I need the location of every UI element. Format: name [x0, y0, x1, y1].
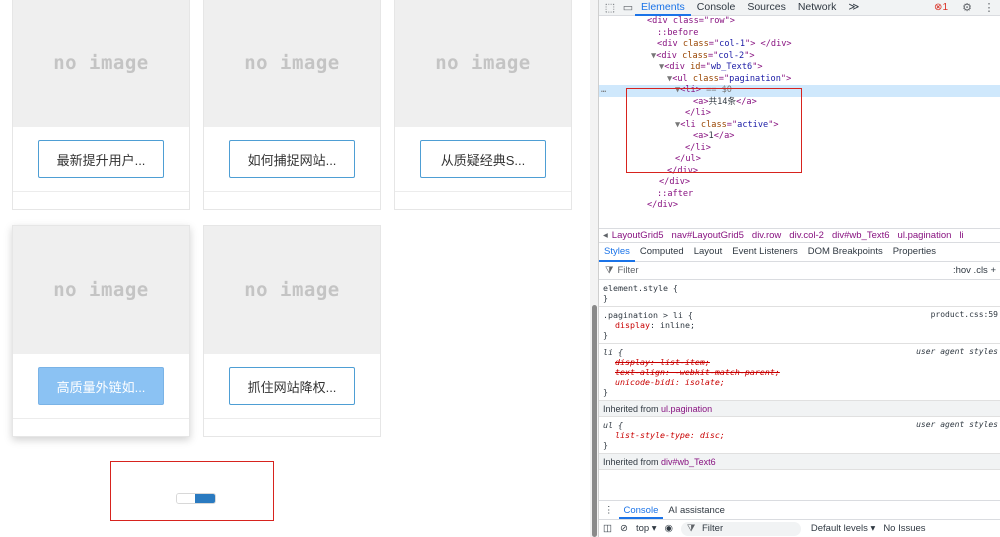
scrollbar-thumb[interactable]	[592, 305, 597, 537]
article-card: no image 最新提升用户...	[12, 0, 190, 210]
styles-tabbar: Styles Computed Layout Event Listeners D…	[599, 243, 1000, 262]
card-thumbnail: no image	[395, 0, 571, 127]
card-thumbnail: no image	[13, 0, 189, 127]
tab-elements[interactable]: Elements	[635, 0, 691, 16]
device-toggle-icon[interactable]: ▭	[621, 1, 635, 14]
styles-filter: ⧩ Filter :hov .cls +	[599, 262, 1000, 280]
article-link-button[interactable]: 如何捕捉网站...	[229, 140, 355, 178]
card-thumbnail: no image	[204, 0, 380, 127]
tab-console-drawer[interactable]: Console	[618, 502, 664, 519]
dom-node[interactable]: ▼<ul class="pagination">	[599, 74, 1000, 86]
drawer-menu-icon[interactable]: ⋮	[599, 505, 619, 516]
dom-node[interactable]: ▼<div class="col-2">	[599, 51, 1000, 63]
highlight-box	[626, 88, 802, 173]
dom-tree: <div class="row"> ::before <div class="c…	[599, 16, 1000, 229]
style-rule: element.style { }	[599, 280, 1000, 307]
breadcrumb-item[interactable]: li	[959, 230, 963, 241]
inspect-element-icon[interactable]: ⬚	[603, 1, 617, 14]
article-link-button[interactable]: 抓住网站降权...	[229, 367, 355, 405]
no-image-text: no image	[244, 52, 340, 74]
breadcrumb-item[interactable]: LayoutGrid5	[612, 230, 664, 241]
styles-filter-input[interactable]: Filter	[617, 265, 638, 276]
page-viewport: no image 最新提升用户... no image 如何捕捉网站... no…	[0, 0, 590, 537]
tab-ai-assistance[interactable]: AI assistance	[663, 505, 730, 516]
pagination-active-item[interactable]	[195, 494, 215, 503]
rule-source-label: user agent styles	[916, 420, 998, 429]
no-image-text: no image	[53, 279, 149, 301]
article-card: no image 从质疑经典S...	[394, 0, 572, 210]
breadcrumb: ◂ LayoutGrid5 nav#LayoutGrid5 div.row di…	[599, 229, 1000, 243]
pagination[interactable]	[176, 493, 216, 504]
style-rule: user agent styles ul { list-style-type: …	[599, 417, 1000, 454]
tab-layout[interactable]: Layout	[689, 243, 728, 262]
dom-node[interactable]: </div>	[599, 200, 1000, 212]
dom-node[interactable]: <div class="col-1"> </div>	[599, 39, 1000, 51]
error-count-badge[interactable]: ⊗1	[934, 2, 948, 13]
kebab-menu-icon[interactable]: ⋮	[982, 1, 996, 14]
drawer-tabbar: ⋮ Console AI assistance	[599, 500, 1000, 519]
dom-node[interactable]: <div class="row">	[599, 16, 1000, 28]
pagination-total-item[interactable]	[177, 494, 195, 503]
dom-node[interactable]: ::after	[599, 189, 1000, 201]
devtools-tabbar: ⬚ ▭ Elements Console Sources Network ≫ ⊗…	[599, 0, 1000, 16]
page-scrollbar[interactable]	[590, 0, 598, 537]
tab-dom-breakpoints[interactable]: DOM Breakpoints	[803, 243, 888, 262]
context-selector[interactable]: top ▾	[632, 523, 661, 534]
breadcrumb-item[interactable]: div.row	[752, 230, 781, 241]
breadcrumb-item[interactable]: div.col-2	[789, 230, 824, 241]
console-filter-input[interactable]: ⧩ Filter	[680, 521, 801, 536]
breadcrumb-scroll-left-icon[interactable]: ◂	[603, 230, 608, 241]
gear-icon[interactable]: ⚙	[960, 1, 974, 14]
tab-computed[interactable]: Computed	[635, 243, 689, 262]
filter-icon: ⧩	[605, 265, 614, 276]
style-rule: user agent styles li { display: list-ite…	[599, 344, 1000, 401]
no-image-text: no image	[435, 52, 531, 74]
no-image-text: no image	[53, 52, 149, 74]
tab-network[interactable]: Network	[792, 0, 843, 16]
sidebar-toggle-icon[interactable]: ◫	[599, 523, 616, 534]
tab-properties[interactable]: Properties	[888, 243, 941, 262]
issues-counter[interactable]: No Issues	[879, 523, 929, 534]
article-card: no image 如何捕捉网站...	[203, 0, 381, 210]
article-link-button[interactable]: 最新提升用户...	[38, 140, 164, 178]
inherited-header: Inherited from ul.pagination	[599, 401, 1000, 417]
styles-toolbar-buttons[interactable]: :hov .cls +	[953, 265, 996, 276]
article-card: no image 抓住网站降权...	[203, 225, 381, 437]
article-link-button[interactable]: 从质疑经典S...	[420, 140, 546, 178]
inherited-header: Inherited from div#wb_Text6	[599, 454, 1000, 470]
rule-source-label: user agent styles	[916, 347, 998, 356]
card-thumbnail: no image	[204, 226, 380, 354]
no-image-text: no image	[244, 279, 340, 301]
more-tabs-button[interactable]: ≫	[842, 0, 865, 16]
dom-node[interactable]: ::before	[599, 28, 1000, 40]
breadcrumb-item[interactable]: ul.pagination	[898, 230, 952, 241]
rule-source-link[interactable]: product.css:59	[931, 310, 998, 320]
tab-event-listeners[interactable]: Event Listeners	[727, 243, 802, 262]
eye-icon[interactable]: ◉	[661, 523, 677, 534]
tab-console[interactable]: Console	[691, 0, 742, 16]
tab-styles[interactable]: Styles	[599, 243, 635, 262]
console-toolbar: ◫ ⊘ top ▾ ◉ ⧩ Filter Default levels ▾ No…	[599, 519, 1000, 537]
dom-node[interactable]: ▼<div id="wb_Text6">	[599, 62, 1000, 74]
dom-node[interactable]: </div>	[599, 177, 1000, 189]
article-link-button[interactable]: 高质量外链如...	[38, 367, 164, 405]
tab-sources[interactable]: Sources	[741, 0, 792, 16]
log-levels-dropdown[interactable]: Default levels ▾	[807, 523, 879, 534]
article-card: no image 高质量外链如...	[12, 225, 190, 437]
card-thumbnail: no image	[13, 226, 189, 354]
devtools-panel: ⬚ ▭ Elements Console Sources Network ≫ ⊗…	[598, 0, 1000, 537]
clear-console-icon[interactable]: ⊘	[616, 523, 632, 534]
highlight-box	[110, 461, 274, 521]
breadcrumb-item[interactable]: nav#LayoutGrid5	[672, 230, 744, 241]
breadcrumb-item[interactable]: div#wb_Text6	[832, 230, 890, 241]
style-rule: product.css:59 .pagination > li { displa…	[599, 307, 1000, 344]
